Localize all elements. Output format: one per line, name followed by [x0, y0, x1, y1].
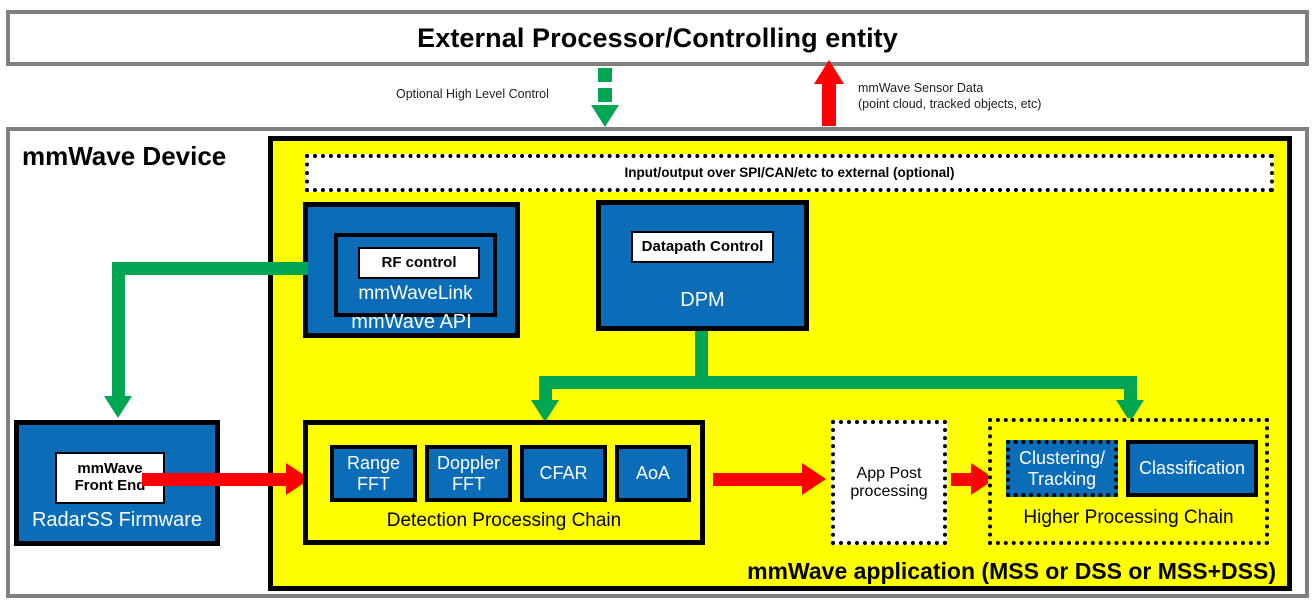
sensor-data-arrow-shaft	[822, 82, 836, 126]
detection-to-apppost-shaft	[713, 473, 806, 486]
mmwave-front-end-line1: mmWave	[77, 460, 143, 478]
sensor-data-arrowhead	[814, 60, 844, 84]
mmwave-api-caption: mmWave API	[351, 311, 472, 333]
detection-block-cfar-line1: CFAR	[539, 463, 588, 484]
higher-block-classification[interactable]: Classification	[1126, 440, 1258, 497]
high-level-control-dash-2	[598, 88, 612, 102]
mmwave-device-title: mmWave Device	[22, 140, 227, 171]
higher-block-clustering-tracking-line1: Clustering/	[1018, 448, 1106, 469]
detection-block-range-fft-line2: FFT	[357, 473, 390, 494]
mmwave-front-end-line2: Front End	[74, 477, 146, 494]
app-post-processing-line1: App Post	[856, 464, 922, 482]
io-over-spi-can-box: Input/output over SPI/CAN/etc to externa…	[305, 154, 1274, 192]
api-to-radarss-arrowhead	[104, 396, 132, 418]
app-post-processing-line2: processing	[850, 482, 928, 500]
frontend-to-detection-shaft	[142, 473, 290, 486]
dpm-branch-right-vertical	[1124, 376, 1137, 402]
mmwave-api-box[interactable]: RF control mmWaveLink mmWave API	[303, 202, 520, 338]
dpm-branch-left-vertical	[539, 376, 552, 402]
higher-processing-chain-box: Clustering/ Tracking Classification High…	[988, 418, 1269, 545]
datapath-control-label-box[interactable]: Datapath Control	[631, 231, 774, 263]
high-level-control-arrowhead	[591, 105, 619, 127]
sensor-data-label-line1: mmWave Sensor Data	[858, 81, 984, 95]
io-over-spi-can-label: Input/output over SPI/CAN/etc to externa…	[624, 165, 955, 181]
sensor-data-label: mmWave Sensor Data (point cloud, tracked…	[858, 80, 1118, 113]
external-processor-title: External Processor/Controlling entity	[417, 22, 898, 53]
detection-block-aoa-line1: AoA	[635, 463, 671, 484]
detection-block-doppler-fft-line2: FFT	[452, 473, 485, 494]
higher-block-clustering-tracking-line2: Tracking	[1027, 468, 1097, 489]
detection-block-range-fft-line1: Range	[346, 453, 401, 474]
mmwave-application-footer-label: mmWave application (MSS or DSS or MSS+DS…	[747, 557, 1276, 584]
app-post-processing-box[interactable]: App Post processing	[831, 420, 947, 545]
api-to-radarss-horizontal	[112, 262, 308, 275]
higher-processing-chain-caption: Higher Processing Chain	[1023, 507, 1234, 528]
dpm-box[interactable]: Datapath Control DPM	[596, 200, 809, 331]
detection-processing-chain-box: Range FFT Doppler FFT CFAR AoA Detection…	[303, 420, 705, 545]
dpm-caption: DPM	[680, 289, 725, 311]
radarss-firmware-caption: RadarSS Firmware	[31, 509, 203, 531]
higher-block-clustering-tracking[interactable]: Clustering/ Tracking	[1006, 440, 1118, 497]
mmwavelink-caption: mmWaveLink	[358, 283, 473, 304]
detection-block-doppler-fft-line1: Doppler	[436, 453, 501, 474]
dpm-branch-horizontal	[539, 376, 1137, 389]
detection-block-cfar[interactable]: CFAR	[520, 445, 607, 502]
detection-block-aoa[interactable]: AoA	[615, 445, 691, 502]
detection-block-doppler-fft[interactable]: Doppler FFT	[425, 445, 512, 502]
external-processor-panel: External Processor/Controlling entity	[6, 10, 1309, 66]
detection-block-range-fft[interactable]: Range FFT	[330, 445, 417, 502]
dpm-branch-left-arrowhead	[531, 400, 559, 422]
rf-control-label-box[interactable]: RF control	[358, 247, 480, 279]
sensor-data-label-line2: (point cloud, tracked objects, etc)	[858, 97, 1042, 112]
api-to-radarss-vertical	[112, 262, 125, 398]
high-level-control-label: Optional High Level Control	[396, 87, 549, 101]
detection-processing-chain-caption: Detection Processing Chain	[386, 510, 622, 531]
detection-to-apppost-arrowhead	[802, 463, 826, 495]
mmwavelink-box[interactable]: RF control mmWaveLink	[334, 233, 497, 317]
high-level-control-dash-1	[598, 68, 612, 82]
diagram-canvas: External Processor/Controlling entity Op…	[0, 0, 1315, 609]
higher-block-classification-line1: Classification	[1138, 458, 1246, 479]
